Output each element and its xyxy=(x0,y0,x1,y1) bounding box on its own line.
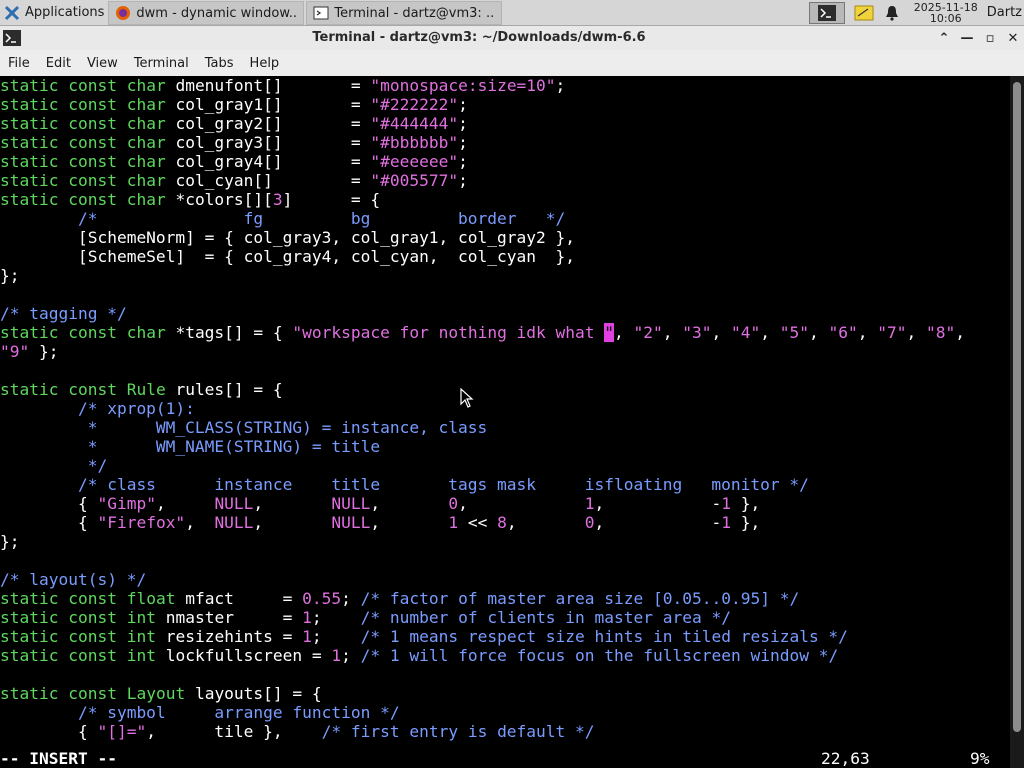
xfce-logo-icon xyxy=(4,5,20,20)
code-line: /* class instance title tags mask isfloa… xyxy=(0,475,809,494)
clock-date: 2025-11-18 xyxy=(913,0,978,14)
code-line: { "Firefox", NULL, NULL, 1 << 8, 0, -1 }… xyxy=(0,513,761,532)
code-line: static const int resizehints = 1; /* 1 m… xyxy=(0,627,848,646)
menu-help[interactable]: Help xyxy=(242,56,288,71)
code-line: /* symbol arrange function */ xyxy=(0,703,400,722)
notes-icon xyxy=(854,5,874,20)
clock[interactable]: 2025-11-18 10:06 xyxy=(911,2,981,24)
code-line: static const Rule rules[] = { xyxy=(0,380,283,399)
bell-icon xyxy=(885,5,898,21)
applications-label: Applications xyxy=(25,5,105,20)
code-line: /* layout(s) */ xyxy=(0,570,147,589)
minimize-button[interactable]: — xyxy=(957,28,977,48)
notifications-button[interactable] xyxy=(883,2,901,24)
menu-file[interactable]: File xyxy=(0,56,38,71)
code-line: */ xyxy=(0,456,108,475)
code-line: static const char *colors[][3] = { xyxy=(0,190,381,209)
close-button[interactable]: ✕ xyxy=(1003,28,1023,48)
user-menu[interactable]: Dartz xyxy=(987,5,1024,20)
code-line: }; xyxy=(0,266,20,285)
code-line: { "[]=", tile }, /* first entry is defau… xyxy=(0,722,595,741)
terminal-icon xyxy=(313,6,329,20)
code-line: [SchemeNorm] = { col_gray3, col_gray1, c… xyxy=(0,228,575,247)
code-line: * WM_NAME(STRING) = title xyxy=(0,437,381,456)
menubar: File Edit View Terminal Tabs Help xyxy=(0,50,1024,76)
notes-tray-button[interactable] xyxy=(853,2,875,24)
system-tray: 2025-11-18 10:06 Dartz xyxy=(805,0,1024,26)
code-line: }; xyxy=(0,532,20,551)
code-line: /* xprop(1): xyxy=(0,399,195,418)
code-line: static const int lockfullscreen = 1; /* … xyxy=(0,646,839,665)
maximize-button[interactable]: ▫ xyxy=(980,28,1000,48)
maximize-icon: ▫ xyxy=(985,30,995,46)
scrollbar-thumb[interactable] xyxy=(1013,82,1021,732)
task-label: Terminal - dartz@vm3: ... xyxy=(334,5,496,21)
terminal-icon xyxy=(817,4,836,21)
code-line: "9" }; xyxy=(0,342,59,361)
firefox-icon xyxy=(116,6,131,20)
minimize-icon: — xyxy=(960,30,974,46)
code-line: static const float mfact = 0.55; /* fact… xyxy=(0,589,800,608)
clock-time: 10:06 xyxy=(929,11,962,25)
code-line: static const char col_gray1[] = "#222222… xyxy=(0,95,468,114)
menu-terminal[interactable]: Terminal xyxy=(126,56,197,71)
code-line: static const char col_gray4[] = "#eeeeee… xyxy=(0,152,468,171)
code-line: static const char *tags[] = { "workspace… xyxy=(0,323,966,342)
code-line: static const int nmaster = 1; /* number … xyxy=(0,608,731,627)
code-line: static const char dmenufont[] = "monospa… xyxy=(0,76,566,95)
window-titlebar[interactable]: Terminal - dartz@vm3: ~/Downloads/dwm-6.… xyxy=(0,26,1024,50)
code-line: * WM_CLASS(STRING) = instance, class xyxy=(0,418,488,437)
close-icon: ✕ xyxy=(1007,30,1019,46)
cursor-position: 22,63 xyxy=(821,749,870,768)
applications-menu-button[interactable]: Applications xyxy=(0,0,108,26)
menu-tabs[interactable]: Tabs xyxy=(197,56,242,71)
code-line: { "Gimp", NULL, NULL, 0, 1, -1 }, xyxy=(0,494,761,513)
chevron-up-icon: ⌃ xyxy=(938,30,950,46)
menu-edit[interactable]: Edit xyxy=(38,56,79,71)
code-line: static const char col_gray3[] = "#bbbbbb… xyxy=(0,133,468,152)
task-label: dwm - dynamic window... xyxy=(136,5,298,21)
task-firefox[interactable]: dwm - dynamic window... xyxy=(108,1,305,25)
task-terminal[interactable]: Terminal - dartz@vm3: ... xyxy=(306,1,503,25)
scroll-percent: 9% xyxy=(970,749,990,768)
terminal-area[interactable]: static const char dmenufont[] = "monospa… xyxy=(0,76,1010,768)
mouse-pointer-icon xyxy=(460,388,474,408)
code-line: static const Layout layouts[] = { xyxy=(0,684,322,703)
vim-statusline: -- INSERT -- 22,63 9% xyxy=(0,749,1010,768)
code-line: static const char col_gray2[] = "#444444… xyxy=(0,114,468,133)
terminal-launcher-button[interactable] xyxy=(808,1,845,24)
menu-view[interactable]: View xyxy=(79,56,126,71)
window-title: Terminal - dartz@vm3: ~/Downloads/dwm-6.… xyxy=(312,30,646,45)
shade-button[interactable]: ⌃ xyxy=(934,28,954,48)
code-line: /* fg bg border */ xyxy=(0,209,566,228)
code-line: /* tagging */ xyxy=(0,304,127,323)
taskbar: Applications dwm - dynamic window... Ter… xyxy=(0,0,1024,26)
terminal-scrollbar[interactable] xyxy=(1010,76,1024,768)
vim-mode: -- INSERT -- xyxy=(0,749,117,768)
code-line: static const char col_cyan[] = "#005577"… xyxy=(0,171,468,190)
code-line: [SchemeSel] = { col_gray4, col_cyan, col… xyxy=(0,247,575,266)
